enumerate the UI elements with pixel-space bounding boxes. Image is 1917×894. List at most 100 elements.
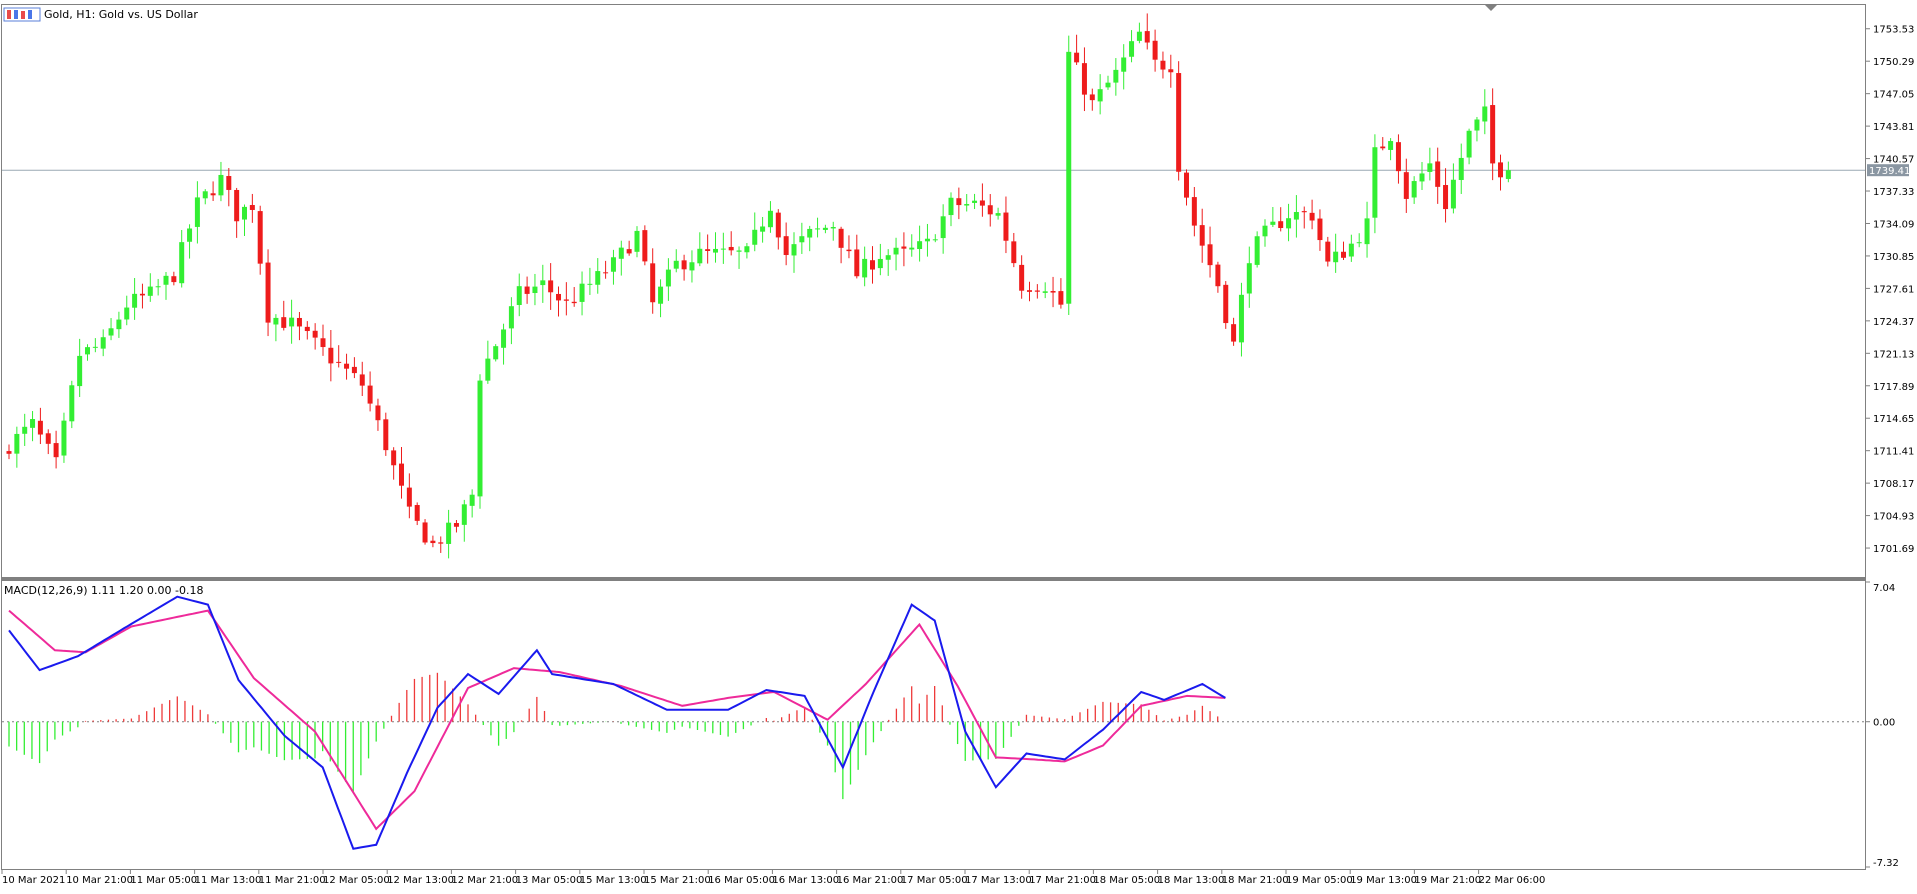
time-axis-label: 17 Mar 21:00 (1029, 875, 1096, 886)
candle (610, 249, 616, 285)
candle (163, 272, 169, 300)
time-axis-label: 19 Mar 21:00 (1414, 875, 1481, 886)
candle (1215, 261, 1221, 293)
price-axis-label: 1753.53 (1873, 25, 1914, 36)
candle (964, 194, 970, 212)
candle (1490, 88, 1496, 181)
candle (673, 249, 679, 273)
candle (179, 230, 185, 288)
candle (351, 357, 357, 379)
candle (658, 279, 664, 318)
chart-type-icon[interactable] (3, 7, 41, 22)
candle (979, 183, 985, 217)
price-axis-label: 1743.81 (1873, 122, 1914, 133)
price-axis-label: 1734.09 (1873, 219, 1914, 230)
candle (45, 429, 51, 455)
candle (14, 426, 20, 468)
candle (548, 263, 554, 310)
candle (854, 234, 860, 279)
candle (147, 273, 153, 302)
candle (391, 447, 397, 480)
candle (69, 380, 75, 429)
time-axis-label: 18 Mar 13:00 (1158, 875, 1225, 886)
candle (1427, 147, 1433, 181)
time-axis-label: 17 Mar 05:00 (901, 875, 968, 886)
candle (1176, 61, 1182, 181)
candle (92, 338, 98, 353)
candle (6, 444, 12, 460)
chart-header: Gold, H1: Gold vs. US Dollar (3, 7, 198, 22)
candle (1042, 282, 1048, 299)
candle (375, 398, 381, 431)
candle (940, 204, 946, 254)
candle (1395, 134, 1401, 184)
macd-main-line (8, 595, 1226, 850)
candle (618, 240, 624, 276)
candle (1246, 246, 1252, 308)
candle (187, 224, 193, 259)
candle (862, 246, 868, 287)
candle (1341, 241, 1346, 261)
candle (493, 344, 499, 362)
candle (1034, 284, 1040, 299)
time-axis-label: 19 Mar 13:00 (1350, 875, 1417, 886)
candle (783, 222, 789, 266)
candle (312, 323, 318, 350)
macd-indicator-label: MACD(12,26,9) 1.11 1.20 0.00 -0.18 (4, 584, 203, 597)
candle (524, 276, 530, 304)
candle (830, 221, 836, 241)
candle (877, 243, 883, 276)
price-axis-label: 1711.41 (1873, 447, 1914, 458)
candle (1089, 88, 1095, 111)
time-axis-label: 16 Mar 21:00 (837, 875, 904, 886)
candle (697, 232, 703, 267)
price-axis-label: 1717.89 (1873, 382, 1914, 393)
candle (1356, 233, 1362, 248)
time-axis-label: 11 Mar 13:00 (195, 875, 262, 886)
candle (846, 235, 852, 259)
chart-canvas[interactable]: 1753.53 1750.29 1747.05 1743.81 1740.57 1737.… (0, 0, 1917, 890)
price-axis-label: 1708.17 (1873, 479, 1914, 490)
candle (932, 234, 938, 243)
candle (681, 254, 687, 281)
candle (1466, 128, 1472, 165)
candle (453, 520, 459, 533)
candle (1254, 231, 1260, 268)
candle (304, 321, 310, 340)
candle (22, 413, 28, 446)
candle (893, 237, 899, 271)
candle (1286, 203, 1292, 242)
candle (1011, 232, 1017, 268)
candle (1348, 234, 1354, 262)
candle (171, 271, 177, 286)
candle (139, 283, 145, 309)
candle (100, 329, 106, 357)
candle (1262, 219, 1268, 247)
candle (705, 234, 711, 264)
candle (987, 194, 993, 227)
candle (720, 232, 726, 264)
candle (508, 297, 514, 345)
candle (477, 374, 483, 509)
candle (1380, 137, 1386, 151)
candle (736, 246, 742, 269)
candle (948, 192, 954, 227)
candle (234, 187, 240, 238)
candle (124, 295, 130, 326)
candle (367, 371, 373, 412)
candle (634, 226, 640, 258)
candle (1191, 186, 1197, 237)
candle (917, 225, 923, 262)
time-axis-label: 13 Mar 05:00 (516, 875, 583, 886)
candle (461, 499, 467, 542)
candle (815, 217, 821, 238)
time-axis-label: 19 Mar 05:00 (1286, 875, 1353, 886)
candle (414, 502, 420, 526)
candle (1019, 255, 1025, 299)
candle (587, 267, 593, 295)
shift-marker[interactable] (1485, 5, 1497, 11)
candle (422, 519, 428, 545)
time-axis-label: 18 Mar 21:00 (1222, 875, 1289, 886)
price-axis-label: 1714.65 (1873, 414, 1914, 425)
time-axis-label: 17 Mar 13:00 (965, 875, 1032, 886)
